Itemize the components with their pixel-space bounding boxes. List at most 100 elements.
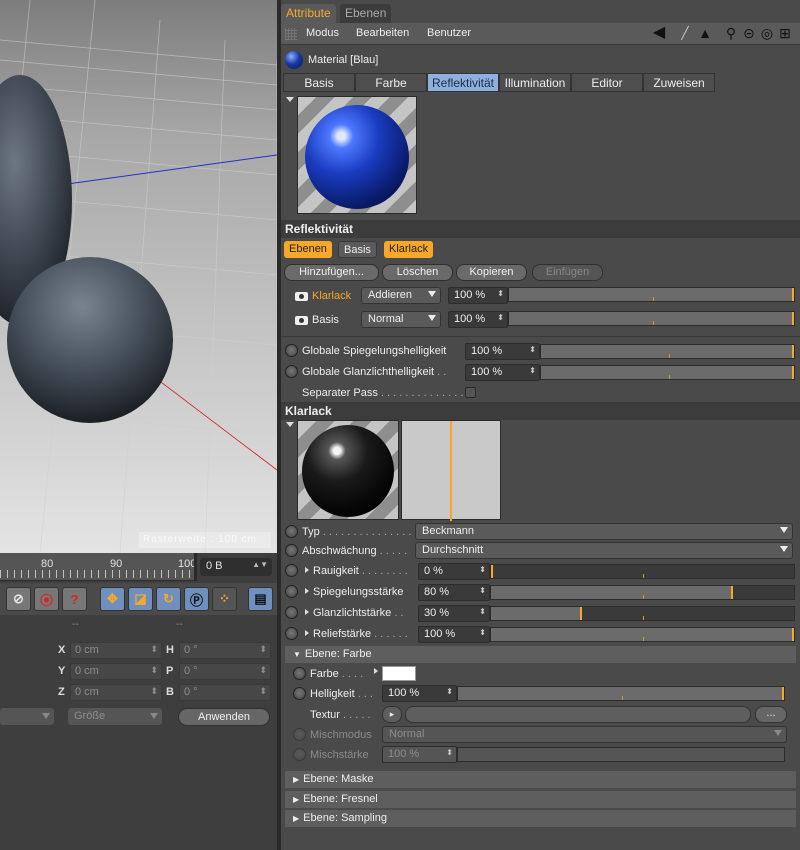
brightness-slider[interactable] bbox=[457, 686, 785, 701]
layer-blend-dropdown[interactable]: Normal bbox=[361, 311, 441, 328]
expand-triangle-icon[interactable] bbox=[305, 609, 309, 615]
target-icon[interactable]: ◎ bbox=[759, 25, 775, 41]
rotation-b-field[interactable]: 0 ° ⬍ bbox=[179, 684, 271, 701]
global-gloss-field[interactable]: 100 % ⬍ bbox=[465, 364, 540, 381]
subtab-editor[interactable]: Editor bbox=[571, 73, 643, 92]
animate-radio-icon[interactable] bbox=[293, 667, 306, 680]
menu-modus[interactable]: Modus bbox=[306, 27, 339, 39]
film-icon[interactable]: ▤ bbox=[248, 587, 273, 611]
spinner-icon[interactable]: ⬍ bbox=[479, 628, 486, 637]
animate-radio-icon[interactable] bbox=[285, 544, 298, 557]
texture-field[interactable] bbox=[405, 706, 751, 723]
animate-radio-icon[interactable] bbox=[285, 365, 298, 378]
rotate-key-icon[interactable]: ↻ bbox=[156, 587, 181, 611]
group-ebene-maske[interactable]: ▶ Ebene: Maske bbox=[285, 771, 796, 788]
spinner-icon[interactable]: ⬍ bbox=[529, 345, 536, 354]
animate-radio-icon[interactable] bbox=[293, 728, 306, 741]
animate-radio-icon[interactable] bbox=[285, 344, 298, 357]
spinner-icon[interactable]: ⬍ bbox=[497, 313, 504, 322]
subtab-zuweisen[interactable]: Zuweisen bbox=[643, 73, 715, 92]
current-frame-field[interactable]: 0 B ▲▼ bbox=[200, 558, 272, 576]
layer-row-basis[interactable]: Basis Normal 100 % ⬍ bbox=[281, 311, 800, 331]
new-panel-icon[interactable]: ⊞ bbox=[777, 25, 793, 41]
position-z-field[interactable]: 0 cm ⬍ bbox=[70, 684, 162, 701]
add-layer-button[interactable]: Hinzufügen... bbox=[284, 264, 379, 281]
specular-strength-slider[interactable] bbox=[490, 606, 795, 621]
blend-strength-slider[interactable] bbox=[457, 747, 785, 762]
lock-icon[interactable]: ⊝ bbox=[741, 25, 757, 41]
layer-opacity-field[interactable]: 100 % ⬍ bbox=[448, 287, 508, 304]
subtab-illumination[interactable]: Illumination bbox=[499, 73, 571, 92]
global-spec-field[interactable]: 100 % ⬍ bbox=[465, 343, 540, 360]
spinner-icon[interactable]: ⬍ bbox=[479, 565, 486, 574]
expand-triangle-icon[interactable] bbox=[305, 567, 309, 573]
spinner-icon[interactable]: ⬍ bbox=[446, 687, 453, 696]
spinner-icon[interactable]: ▲▼ bbox=[252, 560, 268, 569]
up-arrow-icon[interactable]: ▲ bbox=[697, 25, 713, 41]
group-ebene-farbe[interactable]: ▼ Ebene: Farbe bbox=[285, 646, 796, 663]
spinner-icon[interactable]: ⬍ bbox=[150, 644, 158, 655]
keyframe-icon[interactable]: ⊘ bbox=[6, 587, 31, 611]
scale-key-icon[interactable]: ◪ bbox=[128, 587, 153, 611]
eye-icon[interactable] bbox=[295, 316, 308, 325]
move-key-icon[interactable]: ✥ bbox=[100, 587, 125, 611]
parameter-key-icon[interactable]: Ⓟ bbox=[184, 587, 209, 611]
animate-radio-icon[interactable] bbox=[285, 606, 298, 619]
blend-strength-field[interactable]: 100 % ⬍ bbox=[382, 746, 457, 763]
spinner-icon[interactable]: ⬍ bbox=[479, 607, 486, 616]
reflection-strength-field[interactable]: 80 % ⬍ bbox=[418, 584, 490, 601]
subtab-farbe[interactable]: Farbe bbox=[355, 73, 427, 92]
layer-blend-dropdown[interactable]: Addieren bbox=[361, 287, 441, 304]
attenuation-dropdown[interactable]: Durchschnitt bbox=[415, 542, 793, 559]
spinner-icon[interactable]: ⬍ bbox=[259, 665, 267, 676]
group-ebene-fresnel[interactable]: ▶ Ebene: Fresnel bbox=[285, 791, 796, 808]
copy-layer-button[interactable]: Kopieren bbox=[456, 264, 527, 281]
color-swatch[interactable] bbox=[382, 666, 416, 681]
timeline-ruler[interactable]: 80 90 100 bbox=[0, 553, 197, 581]
animate-radio-icon[interactable] bbox=[285, 627, 298, 640]
reflection-strength-slider[interactable] bbox=[490, 585, 795, 600]
expand-triangle-icon[interactable] bbox=[305, 630, 309, 636]
specular-strength-field[interactable]: 30 % ⬍ bbox=[418, 605, 490, 622]
texture-browse-button[interactable]: ... bbox=[755, 706, 787, 723]
group-ebene-sampling[interactable]: ▶ Ebene: Sampling bbox=[285, 810, 796, 827]
size-dropdown[interactable]: Größe bbox=[68, 708, 162, 725]
layer-row-klarlack[interactable]: Klarlack Addieren 100 % ⬍ bbox=[281, 287, 800, 307]
spinner-icon[interactable]: ⬍ bbox=[497, 289, 504, 298]
blend-mode-dropdown[interactable]: Normal bbox=[382, 726, 787, 743]
spinner-icon[interactable]: ⬍ bbox=[529, 366, 536, 375]
roughness-field[interactable]: 0 % ⬍ bbox=[418, 563, 490, 580]
spinner-icon[interactable]: ⬍ bbox=[479, 586, 486, 595]
rotation-h-field[interactable]: 0 ° ⬍ bbox=[179, 642, 271, 659]
point-level-icon[interactable]: ⁘ bbox=[212, 587, 237, 611]
eye-icon[interactable] bbox=[295, 292, 308, 301]
help-icon[interactable]: ? bbox=[62, 587, 87, 611]
typ-dropdown[interactable]: Beckmann bbox=[415, 523, 793, 540]
animate-radio-icon[interactable] bbox=[293, 687, 306, 700]
preview-menu-triangle-icon[interactable] bbox=[286, 422, 294, 427]
global-spec-slider[interactable] bbox=[540, 344, 795, 359]
global-gloss-slider[interactable] bbox=[540, 365, 795, 380]
layer-preview[interactable] bbox=[297, 420, 399, 520]
layer-opacity-slider[interactable] bbox=[508, 311, 795, 326]
delete-layer-button[interactable]: Löschen bbox=[382, 264, 453, 281]
bump-strength-field[interactable]: 100 % ⬍ bbox=[418, 626, 490, 643]
spinner-icon[interactable]: ⬍ bbox=[150, 665, 158, 676]
material-preview[interactable] bbox=[297, 96, 417, 214]
layer-tab-basis[interactable]: Basis bbox=[338, 241, 377, 258]
3d-viewport[interactable]: Rasterweite : 100 cm bbox=[0, 0, 277, 553]
layer-tab-klarlack[interactable]: Klarlack bbox=[384, 241, 434, 258]
spinner-icon[interactable]: ⬍ bbox=[259, 644, 267, 655]
position-x-field[interactable]: 0 cm ⬍ bbox=[70, 642, 162, 659]
paste-layer-button[interactable]: Einfügen bbox=[532, 264, 603, 281]
bump-strength-slider[interactable] bbox=[490, 627, 795, 642]
tab-ebenen[interactable]: Ebenen bbox=[340, 4, 392, 23]
rotation-p-field[interactable]: 0 ° ⬍ bbox=[179, 663, 271, 680]
subtab-basis[interactable]: Basis bbox=[283, 73, 355, 92]
preview-menu-triangle-icon[interactable] bbox=[286, 97, 294, 102]
apply-button[interactable]: Anwenden bbox=[178, 708, 270, 726]
animate-radio-icon[interactable] bbox=[285, 564, 298, 577]
tab-attribute[interactable]: Attribute bbox=[281, 4, 336, 23]
animate-radio-icon[interactable] bbox=[293, 748, 306, 761]
spinner-icon[interactable]: ⬍ bbox=[150, 686, 158, 697]
